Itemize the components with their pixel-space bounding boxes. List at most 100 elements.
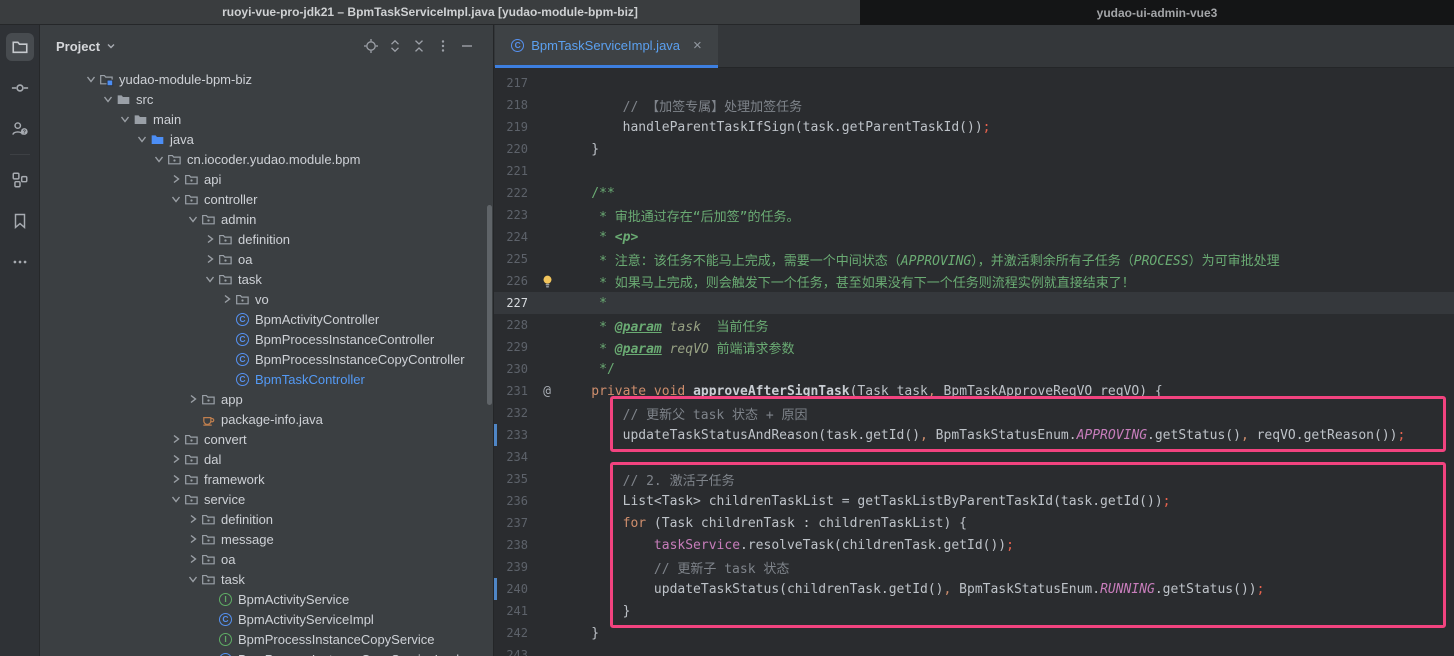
- project-tool-button[interactable]: [6, 33, 34, 61]
- hide-panel-icon[interactable]: [455, 34, 479, 58]
- expand-all-icon[interactable]: [383, 34, 407, 58]
- tree-item-bpmactivitycontroller[interactable]: CBpmActivityController: [40, 309, 493, 329]
- tree-chevron-icon[interactable]: [133, 134, 150, 144]
- code-line[interactable]: 236 List<Task> childrenTaskList = getTas…: [494, 490, 1454, 512]
- chevron-down-icon[interactable]: [106, 41, 116, 51]
- code-line[interactable]: 220 }: [494, 138, 1454, 160]
- code-line[interactable]: 231@ private void approveAfterSignTask(T…: [494, 380, 1454, 402]
- tree-item-app[interactable]: app: [40, 389, 493, 409]
- tree-item-oa[interactable]: oa: [40, 549, 493, 569]
- close-icon[interactable]: ×: [693, 38, 702, 53]
- tree-chevron-icon[interactable]: [184, 514, 201, 524]
- tree-item-admin[interactable]: admin: [40, 209, 493, 229]
- code-line[interactable]: 230 */: [494, 358, 1454, 380]
- tree-chevron-icon[interactable]: [184, 534, 201, 544]
- tree-chevron-icon[interactable]: [201, 254, 218, 264]
- tree-chevron-icon[interactable]: [201, 234, 218, 244]
- tree-chevron-icon[interactable]: [218, 294, 235, 304]
- code-line[interactable]: 228 * @param task 当前任务: [494, 314, 1454, 336]
- code-line[interactable]: 217: [494, 72, 1454, 94]
- bookmarks-tool-button[interactable]: [6, 207, 34, 235]
- tree-chevron-icon[interactable]: [150, 154, 167, 164]
- tree-chevron-icon[interactable]: [184, 554, 201, 564]
- collapse-all-icon[interactable]: [407, 34, 431, 58]
- code-line[interactable]: 233 updateTaskStatusAndReason(task.getId…: [494, 424, 1454, 446]
- code-editor[interactable]: 217218 // 【加签专属】处理加签任务219 handleParentTa…: [494, 68, 1454, 656]
- tree-item-bpmprocessinstancecontroller[interactable]: CBpmProcessInstanceController: [40, 329, 493, 349]
- code-line[interactable]: 242 }: [494, 622, 1454, 644]
- tree-item-bpmtaskcontroller[interactable]: CBpmTaskController: [40, 369, 493, 389]
- tree-item-vo[interactable]: vo: [40, 289, 493, 309]
- lightbulb-icon[interactable]: [534, 274, 560, 289]
- code-line[interactable]: 223 * 审批通过存在“后加签”的任务。: [494, 204, 1454, 226]
- tree-chevron-icon[interactable]: [116, 114, 133, 124]
- code-line[interactable]: 219 handleParentTaskIfSign(task.getParen…: [494, 116, 1454, 138]
- code-line[interactable]: 240 updateTaskStatus(childrenTask.getId(…: [494, 578, 1454, 600]
- structure-tool-button[interactable]: [6, 166, 34, 194]
- code-line[interactable]: 243: [494, 644, 1454, 656]
- code-line[interactable]: 222 /**: [494, 182, 1454, 204]
- tree-item-package-info.java[interactable]: package-info.java: [40, 409, 493, 429]
- annotation-gutter-icon[interactable]: @: [534, 384, 560, 399]
- tree-chevron-icon[interactable]: [184, 574, 201, 584]
- tab-bpmtaskserviceimpl[interactable]: C BpmTaskServiceImpl.java ×: [495, 25, 718, 68]
- code-line[interactable]: 232 // 更新父 task 状态 + 原因: [494, 402, 1454, 424]
- tree-chevron-icon[interactable]: [184, 214, 201, 224]
- tree-item-yudao-module-bpm-biz[interactable]: yudao-module-bpm-biz: [40, 69, 493, 89]
- tree-scrollbar-thumb[interactable]: [487, 205, 492, 405]
- tree-chevron-icon[interactable]: [167, 474, 184, 484]
- tree-item-dal[interactable]: dal: [40, 449, 493, 469]
- code-line[interactable]: 238 taskService.resolveTask(childrenTask…: [494, 534, 1454, 556]
- tree-item-main[interactable]: main: [40, 109, 493, 129]
- line-number: 218: [494, 98, 534, 112]
- code-line[interactable]: 229 * @param reqVO 前端请求参数: [494, 336, 1454, 358]
- active-window-titlebar[interactable]: ruoyi-vue-pro-jdk21 – BpmTaskServiceImpl…: [0, 0, 860, 25]
- code-line[interactable]: 225 * 注意：该任务不能马上完成，需要一个中间状态（APPROVING），并…: [494, 248, 1454, 270]
- tree-item-src[interactable]: src: [40, 89, 493, 109]
- tree-chevron-icon[interactable]: [167, 494, 184, 504]
- tree-item-task[interactable]: task: [40, 269, 493, 289]
- tree-item-convert[interactable]: convert: [40, 429, 493, 449]
- tree-chevron-icon[interactable]: [201, 274, 218, 284]
- tree-item-bpmactivityserviceimpl[interactable]: CBpmActivityServiceImpl: [40, 609, 493, 629]
- code-line[interactable]: 241 }: [494, 600, 1454, 622]
- inactive-window-titlebar[interactable]: yudao-ui-admin-vue3: [860, 0, 1454, 25]
- tree-item-controller[interactable]: controller: [40, 189, 493, 209]
- tree-item-oa[interactable]: oa: [40, 249, 493, 269]
- tree-item-bpmprocessinstancecopycontroller[interactable]: CBpmProcessInstanceCopyController: [40, 349, 493, 369]
- tree-item-task[interactable]: task: [40, 569, 493, 589]
- code-line[interactable]: 235 // 2. 激活子任务: [494, 468, 1454, 490]
- panel-options-icon[interactable]: [431, 34, 455, 58]
- tree-item-framework[interactable]: framework: [40, 469, 493, 489]
- tree-item-bpmactivityservice[interactable]: IBpmActivityService: [40, 589, 493, 609]
- tree-item-label: convert: [204, 432, 247, 447]
- code-line[interactable]: 226 * 如果马上完成，则会触发下一个任务，甚至如果没有下一个任务则流程实例就…: [494, 270, 1454, 292]
- code-line[interactable]: 227 *: [494, 292, 1454, 314]
- tree-chevron-icon[interactable]: [167, 194, 184, 204]
- tree-chevron-icon[interactable]: [99, 94, 116, 104]
- tree-item-service[interactable]: service: [40, 489, 493, 509]
- tree-chevron-icon[interactable]: [184, 394, 201, 404]
- tree-item-api[interactable]: api: [40, 169, 493, 189]
- tree-chevron-icon[interactable]: [167, 434, 184, 444]
- locate-icon[interactable]: [359, 34, 383, 58]
- code-line[interactable]: 237 for (Task childrenTask : childrenTas…: [494, 512, 1454, 534]
- tree-item-bpmprocessinstancecopyserviceimpl[interactable]: CBpmProcessInstanceCopyServiceImpl: [40, 649, 493, 656]
- tree-item-cn.iocoder.yudao.module.bpm[interactable]: cn.iocoder.yudao.module.bpm: [40, 149, 493, 169]
- commit-tool-button[interactable]: [6, 74, 34, 102]
- tree-item-definition[interactable]: definition: [40, 509, 493, 529]
- code-line[interactable]: 221: [494, 160, 1454, 182]
- code-line[interactable]: 234: [494, 446, 1454, 468]
- tree-item-java[interactable]: java: [40, 129, 493, 149]
- tree-item-definition[interactable]: definition: [40, 229, 493, 249]
- tree-chevron-icon[interactable]: [167, 454, 184, 464]
- more-tool-windows-button[interactable]: [6, 248, 34, 276]
- code-line[interactable]: 218 // 【加签专属】处理加签任务: [494, 94, 1454, 116]
- tree-chevron-icon[interactable]: [167, 174, 184, 184]
- tree-item-bpmprocessinstancecopyservice[interactable]: IBpmProcessInstanceCopyService: [40, 629, 493, 649]
- code-line[interactable]: 224 * <p>: [494, 226, 1454, 248]
- pull-requests-tool-button[interactable]: ?: [6, 115, 34, 143]
- tree-item-message[interactable]: message: [40, 529, 493, 549]
- tree-chevron-icon[interactable]: [82, 74, 99, 84]
- code-line[interactable]: 239 // 更新子 task 状态: [494, 556, 1454, 578]
